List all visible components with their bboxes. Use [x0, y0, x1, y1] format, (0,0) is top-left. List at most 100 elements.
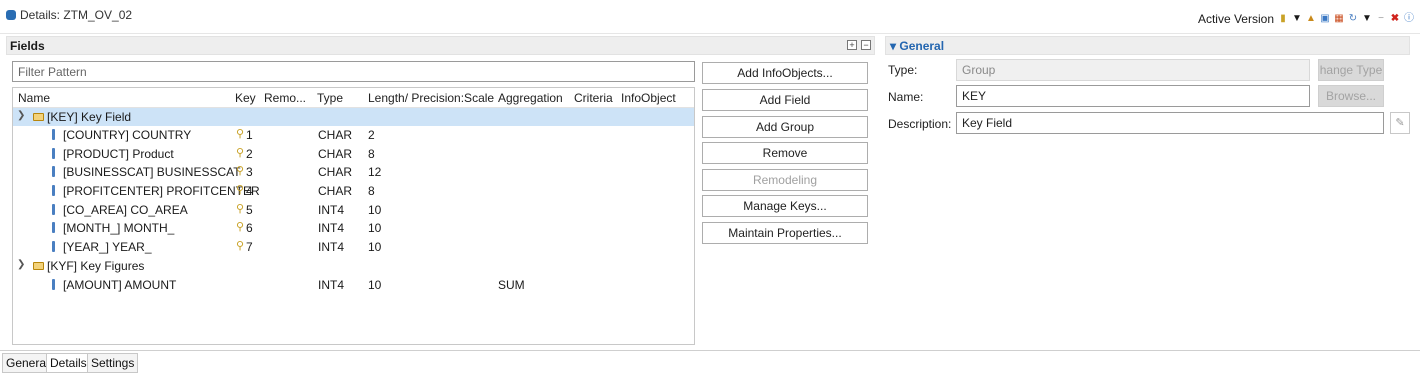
menu-dropdown-icon[interactable]: ▼: [1362, 14, 1372, 24]
row-name: [BUSINESSCAT] BUSINESSCAT: [63, 165, 241, 179]
key-icon: ⚲: [236, 147, 245, 159]
tree-row-field[interactable]: [MONTH_] MONTH_ ⚲ 6 INT4 10: [13, 219, 694, 237]
version-icon[interactable]: ▮: [1278, 14, 1288, 24]
grid-icon[interactable]: ▦: [1334, 14, 1344, 24]
row-key: 3: [246, 165, 253, 179]
column-type[interactable]: Type: [317, 91, 343, 105]
row-key: 2: [246, 147, 253, 161]
row-type: INT4: [318, 240, 345, 254]
fields-title: Fields: [10, 39, 45, 53]
tree-row-field[interactable]: [CO_AREA] CO_AREA ⚲ 5 INT4 10: [13, 201, 694, 219]
collapse-all-icon[interactable]: −: [861, 40, 871, 50]
field-icon: [52, 185, 55, 196]
field-icon: [52, 279, 55, 290]
help-icon[interactable]: ⓘ: [1404, 14, 1414, 24]
row-length: 12: [368, 165, 382, 179]
field-icon: [52, 241, 55, 252]
row-name: [PROFITCENTER] PROFITCENTER: [63, 184, 260, 198]
activate-icon[interactable]: ▲: [1306, 14, 1316, 24]
row-key: 4: [246, 184, 253, 198]
database-icon: [6, 10, 16, 20]
row-name: [PRODUCT] Product: [63, 147, 174, 161]
version-label: Active Version: [1197, 12, 1274, 26]
general-title: ▾ General: [890, 39, 945, 53]
type-field: [956, 59, 1310, 81]
change-type-button[interactable]: hange Type: [1318, 59, 1384, 81]
edit-pencil-icon[interactable]: ✎: [1390, 112, 1410, 134]
row-name: [COUNTRY] COUNTRY: [63, 128, 192, 142]
field-icon: [52, 166, 55, 177]
editor-title-text: Details: ZTM_OV_02: [20, 8, 133, 22]
tree-row-group-key[interactable]: ❯ [KEY] Key Field: [13, 108, 694, 126]
minimize-icon[interactable]: −: [1376, 14, 1386, 24]
tree-row-field[interactable]: [COUNTRY] COUNTRY ⚲ 1 CHAR 2: [13, 126, 694, 144]
row-type: CHAR: [318, 165, 353, 179]
row-length: 10: [368, 278, 382, 292]
tree-header: Name Key Remo... Type Length/ Precision:…: [13, 88, 694, 108]
column-aggregation[interactable]: Aggregation: [498, 91, 563, 105]
row-length: 10: [368, 221, 382, 235]
field-icon: [52, 222, 55, 233]
editor-tabs: General Details Settings: [0, 350, 1420, 374]
tree-row-field[interactable]: [PROFITCENTER] PROFITCENTER ⚲ 4 CHAR 8: [13, 182, 694, 200]
column-length[interactable]: Length/ Precision:Scale: [368, 91, 494, 105]
column-key[interactable]: Key: [235, 91, 256, 105]
description-field[interactable]: [956, 112, 1384, 134]
manage-keys-button[interactable]: Manage Keys...: [702, 195, 868, 217]
add-infoobjects-button[interactable]: Add InfoObjects...: [702, 62, 868, 84]
tree-row-field[interactable]: [YEAR_] YEAR_ ⚲ 7 INT4 10: [13, 238, 694, 256]
fields-section-header: Fields + −: [6, 36, 875, 55]
row-key: 5: [246, 203, 253, 217]
browse-button[interactable]: Browse...: [1318, 85, 1384, 107]
expand-all-icon[interactable]: +: [847, 40, 857, 50]
row-type: INT4: [318, 278, 345, 292]
general-title-text: General: [899, 39, 945, 53]
row-name: [MONTH_] MONTH_: [63, 221, 175, 235]
column-infoobject[interactable]: InfoObject: [621, 91, 676, 105]
row-type: INT4: [318, 221, 345, 235]
field-icon: [52, 204, 55, 215]
tree-row-group-kyf[interactable]: ❯ [KYF] Key Figures: [13, 257, 694, 275]
general-section-header[interactable]: ▾ General: [885, 36, 1410, 55]
row-length: 8: [368, 184, 375, 198]
tree-row-field[interactable]: [AMOUNT] AMOUNT INT4 10 SUM: [13, 276, 694, 294]
field-icon: [52, 148, 55, 159]
remove-button[interactable]: Remove: [702, 142, 868, 164]
row-aggregation: SUM: [498, 278, 525, 292]
row-key: 6: [246, 221, 253, 235]
row-type: CHAR: [318, 184, 353, 198]
fields-tree[interactable]: Name Key Remo... Type Length/ Precision:…: [12, 87, 695, 345]
close-icon[interactable]: ✖: [1390, 14, 1400, 24]
tab-settings[interactable]: Settings: [87, 353, 139, 373]
row-key: 7: [246, 240, 253, 254]
column-remodel[interactable]: Remo...: [264, 91, 306, 105]
key-icon: ⚲: [236, 240, 245, 252]
row-type: CHAR: [318, 147, 353, 161]
expand-chevron-icon[interactable]: ❯: [17, 110, 25, 121]
tree-row-field[interactable]: [BUSINESSCAT] BUSINESSCAT ⚲ 3 CHAR 12: [13, 163, 694, 181]
type-label: Type:: [888, 63, 918, 77]
remodeling-button[interactable]: Remodeling: [702, 169, 868, 191]
expand-chevron-icon[interactable]: ❯: [17, 259, 25, 270]
filter-input[interactable]: [12, 61, 695, 82]
tree-row-field[interactable]: [PRODUCT] Product ⚲ 2 CHAR 8: [13, 145, 694, 163]
key-icon: ⚲: [236, 184, 245, 196]
maintain-properties-button[interactable]: Maintain Properties...: [702, 222, 868, 244]
display-icon[interactable]: ▣: [1320, 14, 1330, 24]
row-length: 10: [368, 203, 382, 217]
row-key: 1: [246, 128, 253, 142]
add-group-button[interactable]: Add Group: [702, 116, 868, 138]
tab-details[interactable]: Details: [46, 353, 91, 373]
top-toolbar: Active Version ▮ ▼ ▲ ▣ ▦ ↻ ▼ − ✖ ⓘ: [1198, 12, 1414, 26]
column-name[interactable]: Name: [18, 91, 50, 105]
editor-title: Details: ZTM_OV_02: [6, 8, 132, 22]
link-icon[interactable]: ↻: [1348, 14, 1358, 24]
version-dropdown-icon[interactable]: ▼: [1292, 14, 1302, 24]
column-criteria[interactable]: Criteria: [574, 91, 613, 105]
key-icon: ⚲: [236, 128, 245, 140]
field-icon: [52, 129, 55, 140]
add-field-button[interactable]: Add Field: [702, 89, 868, 111]
key-icon: ⚲: [236, 165, 245, 177]
key-icon: ⚲: [236, 203, 245, 215]
name-field[interactable]: [956, 85, 1310, 107]
